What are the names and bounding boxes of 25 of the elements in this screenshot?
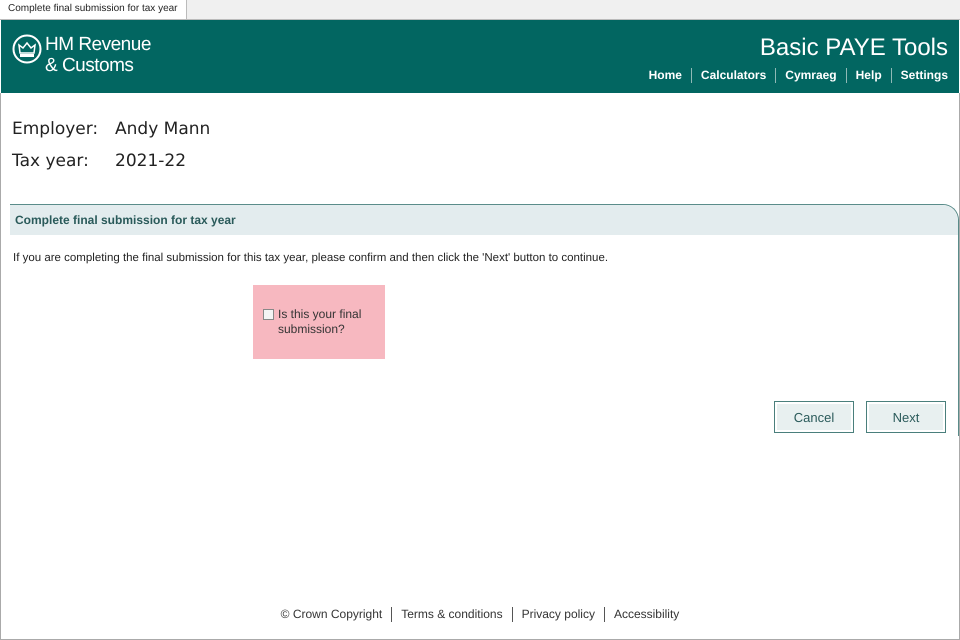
- footer-link[interactable]: Terms & conditions: [401, 605, 503, 623]
- footer-link[interactable]: © Crown Copyright: [280, 605, 382, 623]
- checkbox[interactable]: [263, 309, 274, 320]
- action-button[interactable]: Next: [866, 401, 946, 434]
- nav-link[interactable]: Cymraeg: [785, 66, 837, 84]
- panel-title: Complete final submission for tax year: [15, 212, 236, 229]
- crown-logo-icon: [12, 34, 42, 64]
- app-title: Basic PAYE Tools: [760, 34, 948, 62]
- logo-text: & Customs: [45, 55, 134, 76]
- field-label: Employer:: [12, 118, 100, 141]
- checkbox-label: Is this your final submission?: [278, 307, 362, 338]
- nav-link[interactable]: Home: [648, 66, 682, 84]
- action-button[interactable]: Cancel: [774, 401, 854, 434]
- field-value: 2021-22: [115, 150, 186, 173]
- field-label: Tax year:: [12, 150, 90, 173]
- field-value: Andy Mann: [115, 118, 210, 141]
- instruction-text: If you are completing the final submission for this tax year, please confirm and then click the 'Next' button to continue.: [12, 251, 610, 266]
- window-tab[interactable]: Complete final submission for tax year: [0, 0, 187, 19]
- footer-link[interactable]: Accessibility: [614, 605, 680, 623]
- footer-link[interactable]: Privacy policy: [522, 605, 595, 623]
- nav-link[interactable]: Calculators: [700, 66, 766, 84]
- logo-text: HM Revenue: [45, 34, 151, 55]
- nav-link[interactable]: Help: [856, 66, 882, 84]
- confirm-checkbox-area[interactable]: Is this your final submission?: [253, 285, 385, 360]
- nav-link[interactable]: Settings: [900, 66, 948, 84]
